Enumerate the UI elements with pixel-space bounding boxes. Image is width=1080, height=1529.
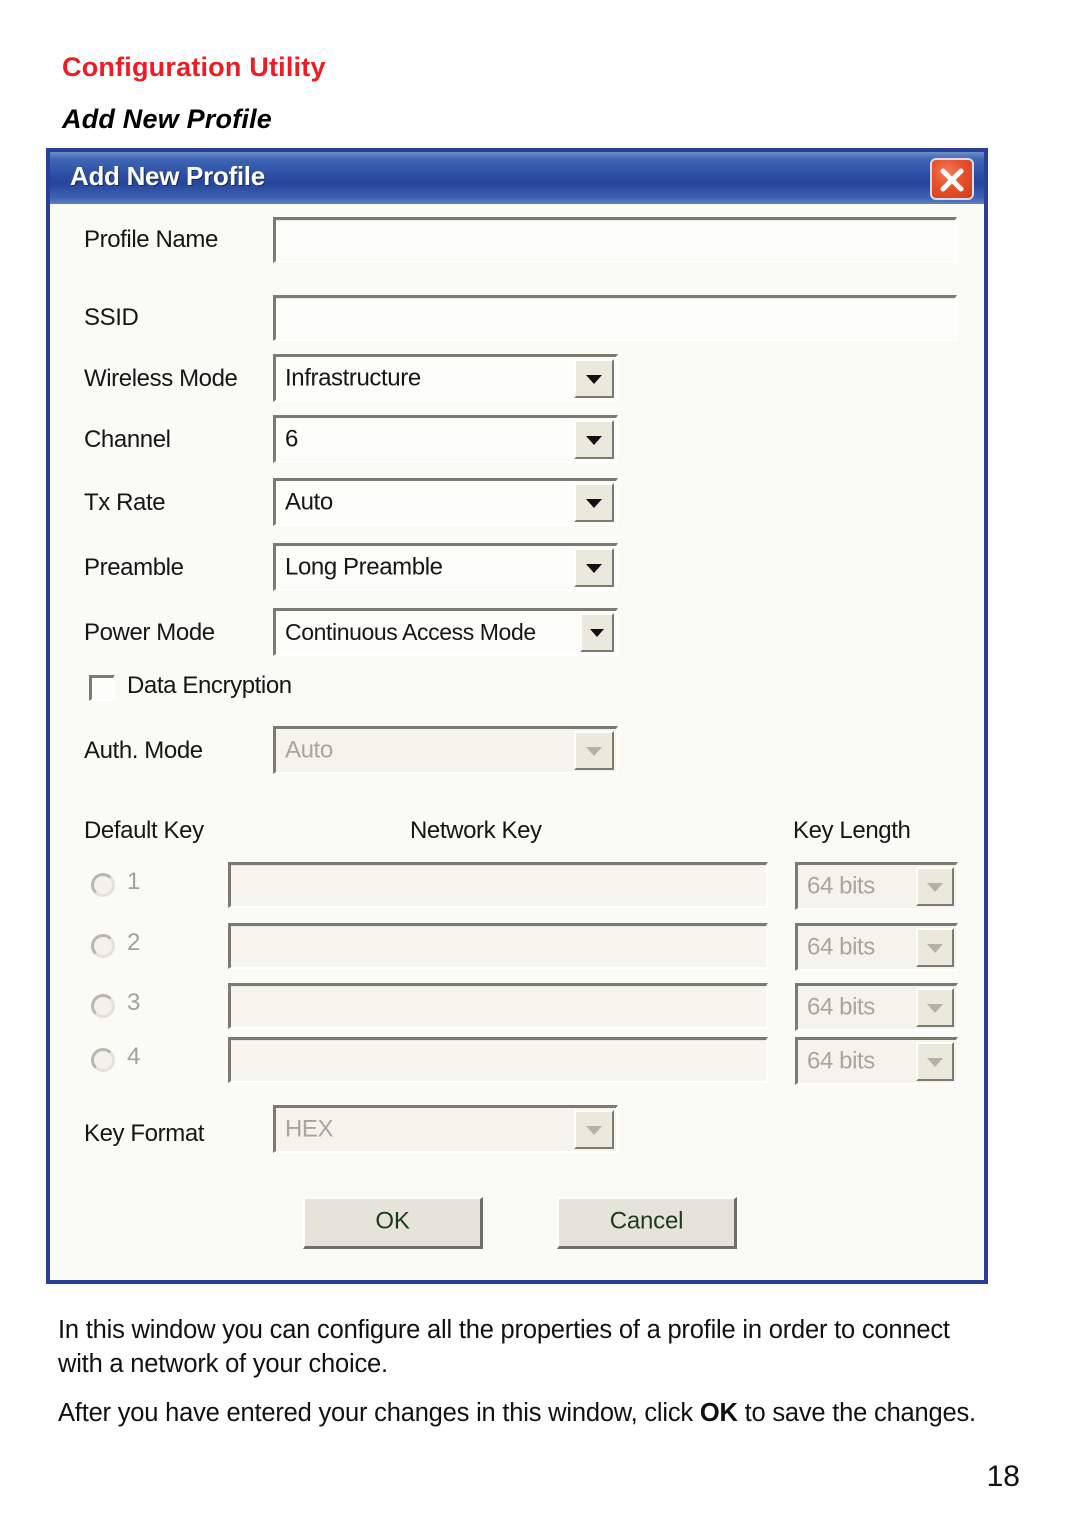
network-key-input-4[interactable] (228, 1037, 768, 1083)
chevron-down-icon[interactable] (574, 359, 614, 398)
network-key-input-2[interactable] (228, 923, 768, 969)
tx-rate-label: Tx Rate (84, 489, 166, 516)
wireless-mode-label: Wireless Mode (84, 365, 238, 392)
default-key-index-3: 3 (127, 989, 140, 1016)
wireless-mode-select[interactable]: Infrastructure (273, 354, 618, 402)
chevron-down-icon[interactable] (916, 1042, 954, 1081)
ssid-label: SSID (84, 304, 139, 331)
chevron-down-icon[interactable] (574, 731, 614, 770)
preamble-label: Preamble (84, 554, 184, 581)
chevron-down-icon[interactable] (580, 613, 614, 652)
key-format-label: Key Format (84, 1120, 205, 1147)
key-length-header: Key Length (793, 817, 911, 844)
key-length-select-2[interactable]: 64 bits (795, 923, 958, 971)
chevron-down-icon[interactable] (574, 420, 614, 459)
auth-mode-label: Auth. Mode (84, 737, 203, 764)
tx-rate-value: Auto (285, 487, 333, 515)
chevron-down-icon[interactable] (574, 1110, 614, 1149)
key-length-value-4: 64 bits (807, 1046, 875, 1074)
footer-paragraph-2-bold: OK (699, 1399, 738, 1427)
auth-mode-value: Auto (285, 735, 333, 763)
data-encryption-checkbox[interactable] (89, 675, 115, 701)
dialog-body: Profile Name SSID Wireless Mode Infrastr… (50, 204, 984, 1280)
chevron-down-icon[interactable] (916, 867, 954, 906)
ok-button-label: OK (375, 1207, 410, 1235)
network-key-input-1[interactable] (228, 862, 768, 908)
power-mode-label: Power Mode (84, 619, 215, 646)
preamble-select[interactable]: Long Preamble (273, 543, 618, 591)
default-key-index-4: 4 (127, 1043, 140, 1070)
chevron-down-icon[interactable] (916, 928, 954, 967)
page-title: Configuration Utility (62, 52, 326, 82)
default-key-radio-1[interactable] (91, 873, 115, 897)
key-format-value: HEX (285, 1114, 334, 1142)
network-key-input-3[interactable] (228, 983, 768, 1029)
default-key-index-1: 1 (127, 868, 140, 895)
dialog-title: Add New Profile (70, 161, 265, 191)
preamble-value: Long Preamble (285, 552, 443, 580)
key-length-select-1[interactable]: 64 bits (795, 862, 958, 910)
profile-name-input[interactable] (273, 217, 957, 263)
wireless-mode-value: Infrastructure (285, 363, 421, 391)
footer-paragraph-2-part1: After you have entered your changes in t… (58, 1399, 700, 1427)
cancel-button[interactable]: Cancel (557, 1197, 737, 1249)
close-button[interactable] (930, 158, 974, 200)
chevron-down-icon[interactable] (916, 988, 954, 1027)
tx-rate-select[interactable]: Auto (273, 478, 618, 526)
footer-paragraph-2: After you have entered your changes in t… (58, 1396, 988, 1430)
chevron-down-icon[interactable] (574, 483, 614, 522)
channel-value: 6 (285, 424, 298, 452)
default-key-index-2: 2 (127, 929, 140, 956)
key-length-select-4[interactable]: 64 bits (795, 1037, 958, 1085)
default-key-header: Default Key (84, 817, 204, 844)
data-encryption-label: Data Encryption (127, 672, 292, 699)
power-mode-select[interactable]: Continuous Access Mode (273, 608, 618, 656)
network-key-header: Network Key (410, 817, 542, 844)
key-length-value-1: 64 bits (807, 871, 875, 899)
ok-button[interactable]: OK (303, 1197, 483, 1249)
power-mode-value: Continuous Access Mode (285, 618, 536, 645)
dialog-titlebar: Add New Profile (46, 148, 988, 204)
chevron-down-icon[interactable] (574, 548, 614, 587)
key-length-select-3[interactable]: 64 bits (795, 983, 958, 1031)
profile-name-label: Profile Name (84, 226, 218, 253)
close-x-icon (940, 168, 964, 192)
key-length-value-3: 64 bits (807, 992, 875, 1020)
key-format-select[interactable]: HEX (273, 1105, 618, 1153)
footer-paragraph-1: In this window you can configure all the… (58, 1316, 950, 1378)
default-key-radio-2[interactable] (91, 934, 115, 958)
default-key-radio-3[interactable] (91, 994, 115, 1018)
page-subtitle: Add New Profile (62, 104, 273, 134)
channel-select[interactable]: 6 (273, 415, 618, 463)
footer-paragraph-2-part2: to save the changes. (737, 1399, 977, 1427)
default-key-radio-4[interactable] (91, 1048, 115, 1072)
key-length-value-2: 64 bits (807, 932, 875, 960)
page-number: 18 (986, 1460, 1020, 1493)
channel-label: Channel (84, 426, 171, 453)
cancel-button-label: Cancel (609, 1207, 684, 1235)
auth-mode-select[interactable]: Auto (273, 726, 618, 774)
ssid-input[interactable] (273, 295, 957, 341)
